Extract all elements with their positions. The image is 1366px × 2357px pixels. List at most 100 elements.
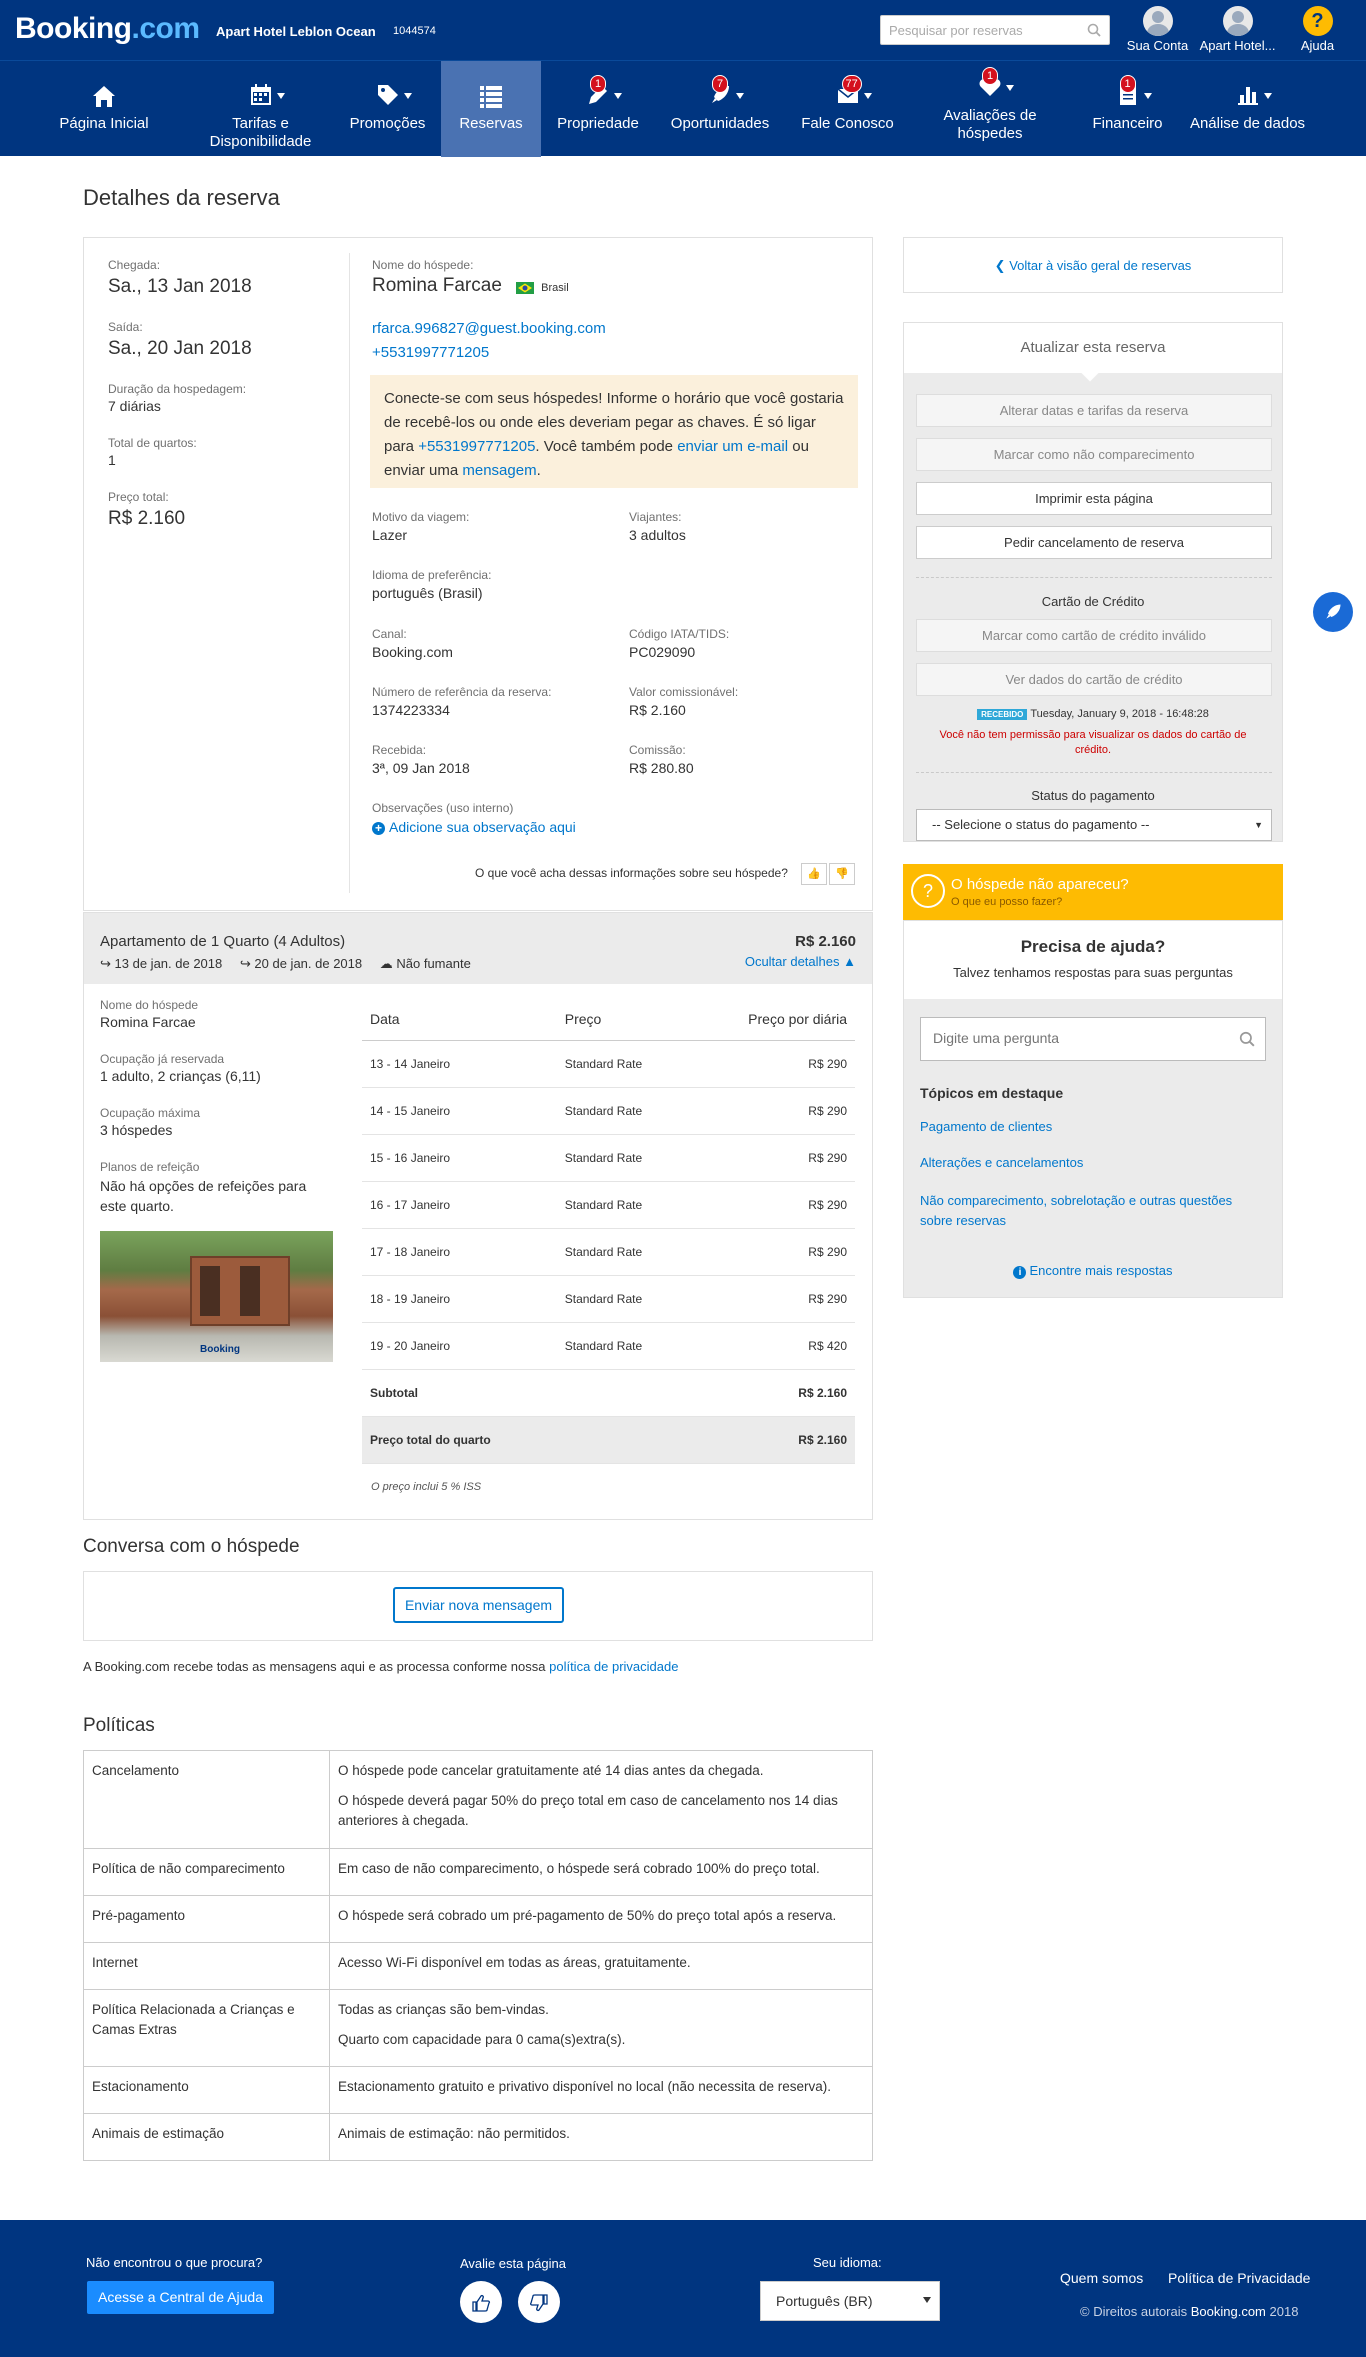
channel: Canal: Booking.com <box>372 627 453 660</box>
reservation-search-input[interactable] <box>881 16 1076 44</box>
policy-row-children: Política Relacionada a Crianças e Camas … <box>83 1989 873 2067</box>
chevron-down-icon: ▼ <box>1254 820 1263 830</box>
footer-rate-page: Avalie esta página <box>460 2256 567 2271</box>
room-details-card: Apartamento de 1 Quarto (4 Adultos) R$ 2… <box>83 912 873 1520</box>
nav-contact[interactable]: 77 Fale Conosco <box>790 61 905 157</box>
guest-name-block: Nome do hóspede: Romina Farcae Brasil <box>372 258 569 296</box>
hotel-menu[interactable]: Apart Hotel... <box>1195 6 1280 53</box>
room-checkout: 20 de jan. de 2018 <box>254 956 363 971</box>
nav-opportunities[interactable]: 7 Oportunidades <box>665 61 775 157</box>
hotel-name: Apart Hotel Leblon Ocean <box>216 24 376 39</box>
hint-email-link[interactable]: enviar um e-mail <box>677 438 788 455</box>
language-select[interactable]: Português (BR) <box>760 2281 940 2321</box>
send-message-button[interactable]: Enviar nova mensagem <box>393 1587 564 1623</box>
guest-info-feedback: O que você acha dessas informações sobre… <box>475 863 856 885</box>
more-answers-link[interactable]: i Encontre mais respostas <box>904 1263 1282 1279</box>
room-smoking: Não fumante <box>396 956 471 971</box>
main-nav: Página Inicial Tarifas e Disponibilidade… <box>0 60 1366 157</box>
table-row: 16 - 17 Janeiro Standard Rate R$ 290 <box>362 1181 855 1229</box>
booking-logo[interactable]: Booking.com <box>15 12 200 46</box>
checkin: Chegada: Sa., 13 Jan 2018 <box>108 258 252 297</box>
privacy-link[interactable]: Política de Privacidade <box>1168 2270 1310 2286</box>
preferred-language: Idioma de preferência: português (Brasil) <box>372 568 492 601</box>
print-button[interactable]: Imprimir esta página <box>916 482 1272 515</box>
room-photo[interactable]: Booking <box>100 1231 333 1362</box>
thumbs-up-button[interactable]: 👍 <box>801 863 828 885</box>
back-to-reservations-link[interactable]: ❮ Voltar à visão geral de reservas <box>904 258 1282 274</box>
room-max-occupancy: Ocupação máxima 3 hóspedes <box>100 1106 201 1138</box>
help-icon: ? <box>1302 6 1333 36</box>
help-title: Precisa de ajuda? <box>1020 937 1166 956</box>
about-link[interactable]: Quem somos <box>1060 2270 1143 2286</box>
payment-status-title: Status do pagamento <box>1031 788 1155 803</box>
policy-row-prepayment: Pré-pagamento O hóspede será cobrado um p… <box>83 1895 873 1943</box>
copyright: © Direitos autorais Booking.com 2018 <box>1080 2304 1299 2319</box>
search-icon[interactable] <box>1239 1031 1255 1047</box>
chevron-left-icon: ❮ <box>994 258 1006 273</box>
rate-thumbs-up-button[interactable] <box>460 2281 502 2323</box>
help-center-button[interactable]: Acesse a Central de Ajuda <box>87 2281 274 2314</box>
room-title: Apartamento de 1 Quarto (4 Adultos) <box>100 933 346 950</box>
guest-phone-link[interactable]: +5531997771205 <box>372 344 489 361</box>
policies-title: Políticas <box>83 1715 155 1736</box>
tag-icon <box>377 85 398 105</box>
hotel-avatar <box>1222 6 1253 36</box>
help-menu[interactable]: ? Ajuda <box>1295 6 1340 53</box>
payment-status-select[interactable]: -- Selecione o status do pagamento -- ▼ <box>916 809 1272 841</box>
change-dates-button[interactable]: Alterar datas e tarifas da reserva <box>916 394 1272 427</box>
help-panel: Precisa de ajuda? Talvez tenhamos respos… <box>903 920 1283 1298</box>
table-row: 14 - 15 Janeiro Standard Rate R$ 290 <box>362 1087 855 1135</box>
no-show-banner[interactable]: ? O hóspede não apareceu? O que eu posso… <box>903 864 1283 920</box>
topic-link-no-show[interactable]: Não comparecimento, sobrelotação e outra… <box>920 1191 1260 1231</box>
home-icon <box>93 86 115 107</box>
nav-promotions[interactable]: Promoções <box>340 61 435 157</box>
hotel-id: 1044574 <box>393 25 436 37</box>
nav-analytics[interactable]: Análise de dados <box>1185 61 1310 157</box>
update-reservation-panel: Atualizar esta reserva Alterar datas e t… <box>903 322 1283 842</box>
mark-no-show-button[interactable]: Marcar como não comparecimento <box>916 438 1272 471</box>
request-cancellation-button[interactable]: Pedir cancelamento de reserva <box>916 526 1272 559</box>
rocket-launcher-button[interactable] <box>1313 592 1353 632</box>
room-meal-plan: Planos de refeição Não há opções de refei… <box>100 1160 307 1214</box>
conversation-title: Conversa com o hóspede <box>83 1536 300 1557</box>
room-occupancy: Ocupação já reservada 1 adulto, 2 criança… <box>100 1052 261 1084</box>
table-row: 13 - 14 Janeiro Standard Rate R$ 290 <box>362 1040 855 1088</box>
table-row: 18 - 19 Janeiro Standard Rate R$ 290 <box>362 1275 855 1323</box>
nav-home[interactable]: Página Inicial <box>40 61 168 157</box>
nav-rates[interactable]: Tarifas e Disponibilidade <box>183 61 338 157</box>
thumbs-down-icon <box>529 2293 548 2311</box>
view-card-button[interactable]: Ver dados do cartão de crédito <box>916 663 1272 696</box>
thumbs-down-button[interactable]: 👎 <box>829 863 856 885</box>
nav-finance[interactable]: 1 Financeiro <box>1080 61 1175 157</box>
received-date: Recebida: 3ª, 09 Jan 2018 <box>372 743 470 776</box>
footer-not-found: Não encontrou o que procura? <box>86 2255 263 2270</box>
search-icon[interactable] <box>1087 23 1101 37</box>
help-search-input[interactable] <box>921 1018 1221 1058</box>
received-badge: RECEBIDO <box>977 709 1028 720</box>
info-circle-icon: i <box>1013 1266 1027 1279</box>
hide-details-link[interactable]: Ocultar detalhes ▲ <box>745 954 856 969</box>
no-smoking-icon: ☁ <box>379 956 393 971</box>
rate-thumbs-down-button[interactable] <box>517 2281 560 2323</box>
topic-link-changes[interactable]: Alterações e cancelamentos <box>920 1155 1083 1170</box>
trip-purpose: Motivo da viagem: Lazer <box>372 510 470 543</box>
topic-link-payments[interactable]: Pagamento de clientes <box>920 1119 1052 1134</box>
hint-phone-link[interactable]: +5531997771205 <box>418 438 535 455</box>
guest-email-link[interactable]: rfarca.996827@guest.booking.com <box>372 320 606 337</box>
hint-message-link[interactable]: mensagem <box>462 462 536 479</box>
privacy-policy-link[interactable]: política de privacidade <box>549 1659 678 1674</box>
room-price: R$ 2.160 <box>795 933 856 950</box>
nav-property[interactable]: 1 Propriedade <box>548 61 648 157</box>
nav-reviews[interactable]: 1 Avaliações de hóspedes <box>925 61 1055 157</box>
tax-note: O preço inclui 5 % ISS <box>371 1481 482 1493</box>
add-note-link[interactable]: + Adicione sua observação aqui <box>372 819 576 835</box>
room-guest: Nome do hóspede Romina Farcae <box>100 998 199 1030</box>
table-row: 17 - 18 Janeiro Standard Rate R$ 290 <box>362 1228 855 1276</box>
no-permission-message: Você não tem permissão para visualizar o… <box>939 729 1247 756</box>
no-show-banner-subtitle: O que eu posso fazer? <box>951 896 1063 908</box>
mark-card-invalid-button[interactable]: Marcar como cartão de crédito inválido <box>916 619 1272 652</box>
list-icon <box>480 86 502 108</box>
checkout: Saída: Sa., 20 Jan 2018 <box>108 320 252 359</box>
nav-reservations[interactable]: Reservas <box>441 61 541 157</box>
account-menu[interactable]: Sua Conta <box>1125 6 1190 53</box>
